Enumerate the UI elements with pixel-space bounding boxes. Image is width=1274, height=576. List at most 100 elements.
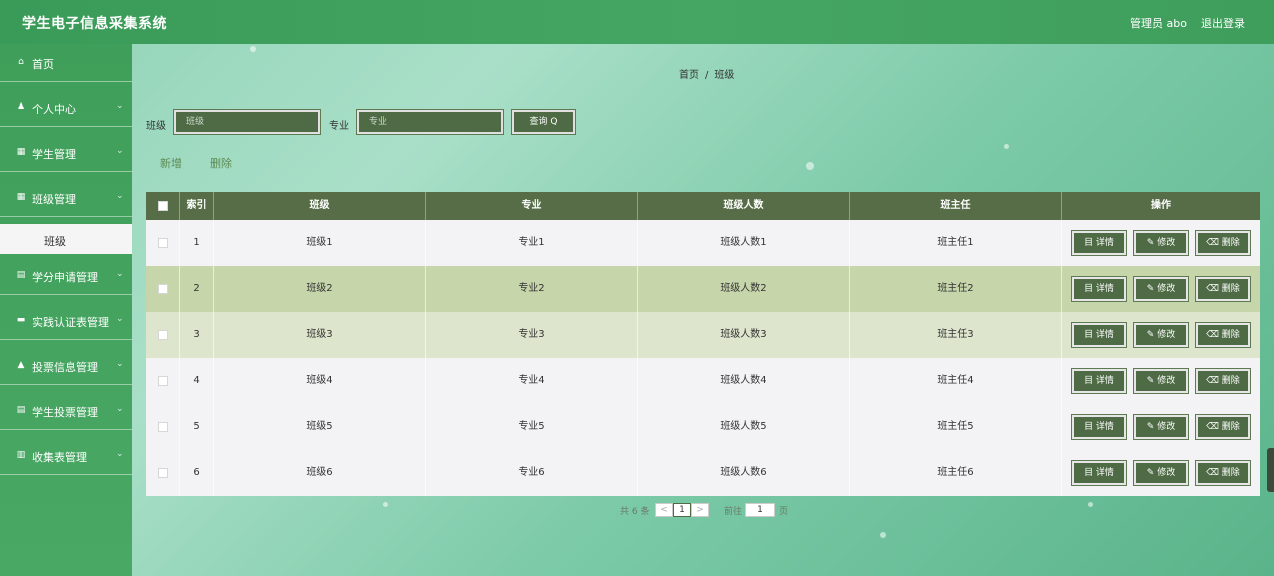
detail-button[interactable]: 目 详情 — [1071, 230, 1127, 256]
sidebar-item-label: 学生管理 — [32, 148, 76, 161]
search-button[interactable]: 查询 Q — [511, 109, 576, 135]
current-page-number[interactable]: 1 — [673, 503, 691, 517]
edit-button[interactable]: ✎ 修改 — [1133, 322, 1189, 348]
row-select-cell — [146, 266, 180, 312]
edit-button[interactable]: ✎ 修改 — [1133, 414, 1189, 440]
detail-button[interactable]: 目 详情 — [1071, 322, 1127, 348]
batch-delete-button[interactable]: 删除 — [210, 155, 232, 171]
sidebar-subitem-label: 班级 — [44, 235, 66, 248]
cell-class: 班级5 — [214, 404, 426, 450]
sidebar: ⌂ 首页 ♟ 个人中心 ⌄ ▦ 学生管理 ⌄ ▦ 班级管理 ⌄ 班级 ▤ 学分申… — [0, 44, 132, 576]
cell-class-size: 班级人数3 — [638, 312, 850, 358]
list-icon: ▤ — [16, 270, 26, 280]
table-row: 3 班级3 专业3 班级人数3 班主任3 目 详情 ✎ 修改 ⌫ 删除 — [146, 312, 1260, 358]
table-row: 2 班级2 专业2 班级人数2 班主任2 目 详情 ✎ 修改 ⌫ 删除 — [146, 266, 1260, 312]
cell-head-teacher: 班主任4 — [850, 358, 1062, 404]
delete-button[interactable]: ⌫ 删除 — [1195, 460, 1251, 486]
sidebar-item-home[interactable]: ⌂ 首页 — [0, 44, 132, 82]
sidebar-item-label: 学分申请管理 — [32, 271, 98, 284]
logout-link[interactable]: 退出登录 — [1201, 15, 1245, 31]
chevron-down-icon: ⌄ — [116, 314, 124, 324]
edit-button[interactable]: ✎ 修改 — [1133, 460, 1189, 486]
delete-button[interactable]: ⌫ 删除 — [1195, 276, 1251, 302]
form-icon: ▥ — [16, 450, 26, 460]
major-search-input[interactable]: 专业 — [356, 109, 504, 135]
side-drawer-handle[interactable] — [1267, 448, 1274, 492]
header-index: 索引 — [180, 192, 214, 220]
bokeh-dot — [880, 532, 886, 538]
breadcrumb-separator: / — [705, 70, 709, 81]
sidebar-item-label: 首页 — [32, 58, 54, 71]
cell-head-teacher: 班主任6 — [850, 450, 1062, 496]
header-operations: 操作 — [1151, 200, 1171, 211]
sidebar-item-vote-info[interactable]: ▲ 投票信息管理 ⌄ — [0, 347, 132, 385]
chart-icon: ▦ — [16, 147, 26, 157]
table-row: 1 班级1 专业1 班级人数1 班主任1 目 详情 ✎ 修改 ⌫ 删除 — [146, 220, 1260, 266]
goto-label: 前往 — [724, 507, 743, 517]
table-row: 4 班级4 专业4 班级人数4 班主任4 目 详情 ✎ 修改 ⌫ 删除 — [146, 358, 1260, 404]
vote-icon: ▲ — [17, 360, 25, 370]
sidebar-item-class-management[interactable]: ▦ 班级管理 ⌄ — [0, 179, 132, 217]
select-all-cell — [146, 192, 180, 220]
row-checkbox[interactable] — [158, 238, 168, 248]
header-class-size: 班级人数 — [638, 192, 850, 220]
prev-page-button[interactable]: < — [655, 503, 673, 517]
chevron-down-icon: ⌄ — [116, 404, 124, 414]
bokeh-dot — [383, 502, 388, 507]
delete-button[interactable]: ⌫ 删除 — [1195, 368, 1251, 394]
sidebar-item-personal-center[interactable]: ♟ 个人中心 ⌄ — [0, 89, 132, 127]
row-checkbox[interactable] — [158, 330, 168, 340]
detail-button[interactable]: 目 详情 — [1071, 460, 1127, 486]
chevron-down-icon: ⌄ — [116, 269, 124, 279]
detail-button[interactable]: 目 详情 — [1071, 414, 1127, 440]
bokeh-dot — [1004, 144, 1009, 149]
delete-button[interactable]: ⌫ 删除 — [1195, 230, 1251, 256]
delete-button[interactable]: ⌫ 删除 — [1195, 322, 1251, 348]
row-checkbox[interactable] — [158, 468, 168, 478]
cell-class: 班级6 — [214, 450, 426, 496]
edit-button[interactable]: ✎ 修改 — [1133, 368, 1189, 394]
pagination-total: 共 6 条 — [620, 507, 650, 517]
cell-major: 专业4 — [426, 358, 638, 404]
cell-class: 班级1 — [214, 220, 426, 266]
row-checkbox[interactable] — [158, 422, 168, 432]
class-search-input[interactable]: 班级 — [173, 109, 321, 135]
detail-button[interactable]: 目 详情 — [1071, 276, 1127, 302]
row-select-cell — [146, 312, 180, 358]
cell-index: 4 — [180, 358, 214, 404]
home-icon: ⌂ — [18, 57, 24, 67]
cell-index: 3 — [180, 312, 214, 358]
sidebar-item-label: 实践认证表管理 — [32, 316, 109, 329]
select-all-checkbox[interactable] — [158, 201, 168, 211]
cell-class: 班级2 — [214, 266, 426, 312]
row-checkbox[interactable] — [158, 376, 168, 386]
top-header: 学生电子信息采集系统 管理员 abo 退出登录 — [0, 0, 1274, 44]
admin-user-label[interactable]: 管理员 abo — [1130, 15, 1187, 31]
cell-major: 专业3 — [426, 312, 638, 358]
sidebar-subitem-class[interactable]: 班级 — [0, 224, 132, 254]
sidebar-item-credit-application[interactable]: ▤ 学分申请管理 ⌄ — [0, 257, 132, 295]
sidebar-item-label: 收集表管理 — [32, 451, 87, 464]
cell-class-size: 班级人数2 — [638, 266, 850, 312]
edit-button[interactable]: ✎ 修改 — [1133, 276, 1189, 302]
delete-button[interactable]: ⌫ 删除 — [1195, 414, 1251, 440]
table-row: 6 班级6 专业6 班级人数6 班主任6 目 详情 ✎ 修改 ⌫ 删除 — [146, 450, 1260, 496]
list-icon: ▤ — [16, 405, 26, 415]
sidebar-item-collection-form[interactable]: ▥ 收集表管理 ⌄ — [0, 437, 132, 475]
goto-page-input[interactable]: 1 — [745, 503, 775, 517]
cell-index: 5 — [180, 404, 214, 450]
row-checkbox[interactable] — [158, 284, 168, 294]
sidebar-item-student-management[interactable]: ▦ 学生管理 ⌄ — [0, 134, 132, 172]
cell-class: 班级3 — [214, 312, 426, 358]
detail-button[interactable]: 目 详情 — [1071, 368, 1127, 394]
add-button[interactable]: 新增 — [160, 155, 182, 171]
breadcrumb-home[interactable]: 首页 — [679, 70, 699, 81]
cell-index: 2 — [180, 266, 214, 312]
sidebar-item-practice-certification[interactable]: ▬ 实践认证表管理 ⌄ — [0, 302, 132, 340]
next-page-button[interactable]: > — [691, 503, 709, 517]
edit-button[interactable]: ✎ 修改 — [1133, 230, 1189, 256]
cell-class-size: 班级人数6 — [638, 450, 850, 496]
chevron-down-icon: ⌄ — [116, 449, 124, 459]
chevron-down-icon: ⌄ — [116, 359, 124, 369]
sidebar-item-student-vote[interactable]: ▤ 学生投票管理 ⌄ — [0, 392, 132, 430]
